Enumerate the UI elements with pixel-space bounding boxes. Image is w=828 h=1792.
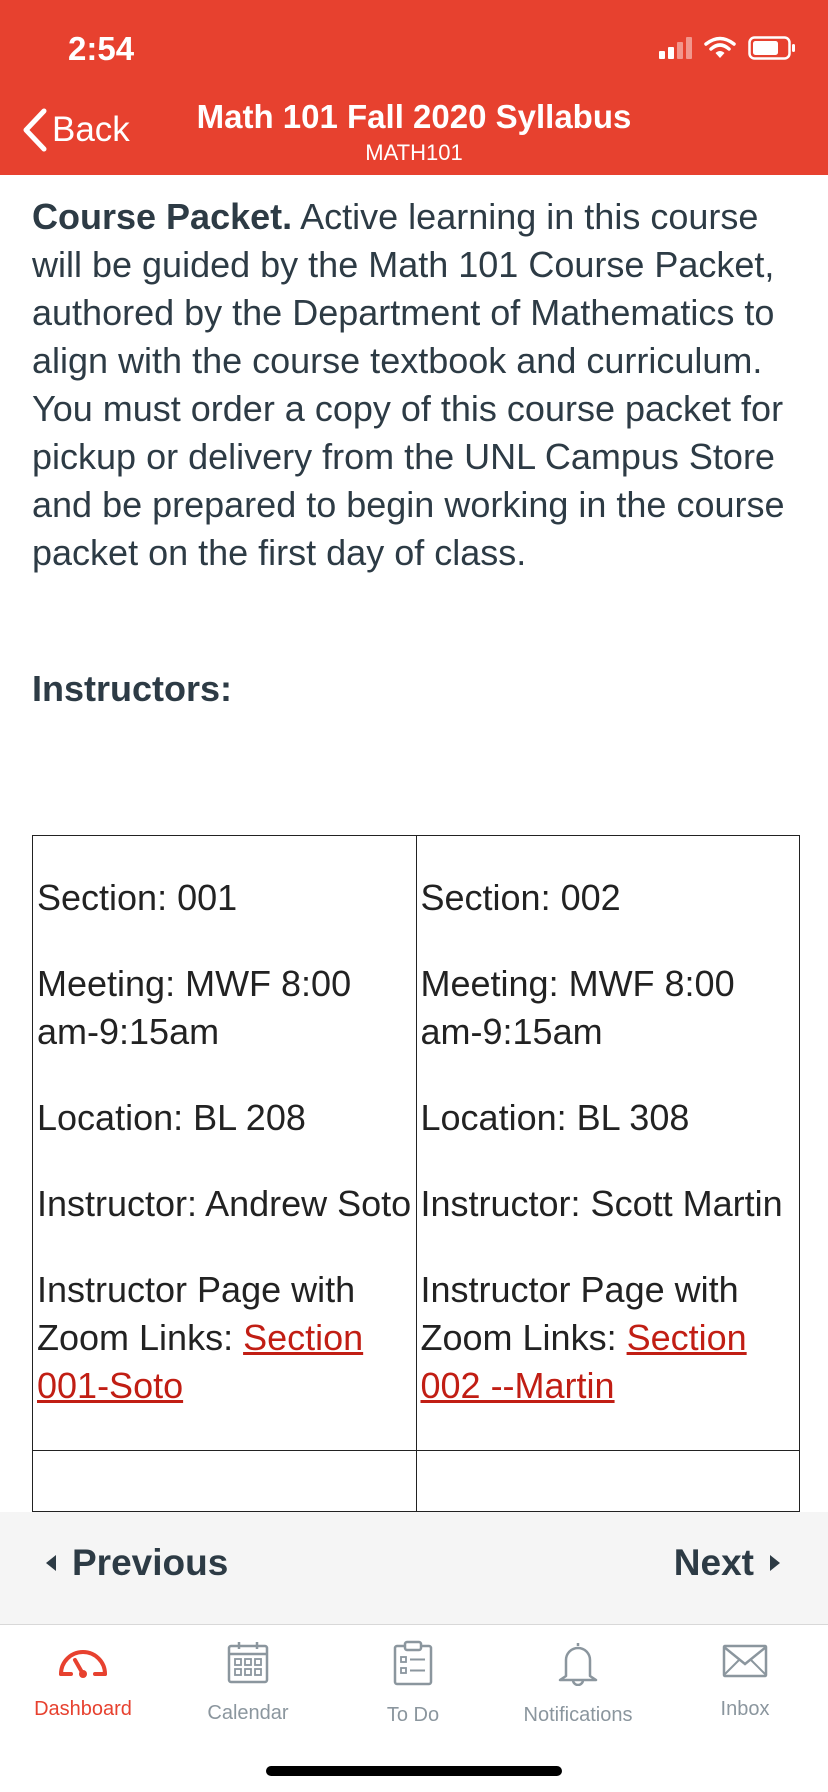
instructors-heading: Instructors:	[32, 668, 233, 709]
table-row: Section: 001 Meeting: MWF 8:00 am-9:15am…	[32, 835, 800, 1451]
course-packet-paragraph: Course Packet. Active learning in this c…	[32, 193, 802, 577]
previous-button[interactable]: Previous	[46, 1542, 228, 1584]
location: Location: BL 308	[420, 1097, 690, 1138]
next-label: Next	[673, 1542, 754, 1583]
wifi-icon	[704, 36, 736, 58]
next-button[interactable]: Next	[674, 1542, 780, 1584]
section-cell: Section: 001 Meeting: MWF 8:00 am-9:15am…	[32, 835, 417, 1451]
todo-icon	[393, 1640, 433, 1686]
tab-notifications[interactable]: Notifications	[495, 1640, 661, 1727]
home-indicator	[266, 1766, 562, 1776]
tab-inbox[interactable]: Inbox	[662, 1640, 828, 1721]
tab-label: Calendar	[207, 1702, 289, 1724]
section-number: Section: 002	[420, 877, 621, 918]
course-packet-heading: Course Packet.	[32, 196, 293, 237]
empty-cell	[415, 1450, 800, 1512]
app-header: 2:54 Back Math 101 Fall 2020 Syllabus MA…	[0, 0, 828, 175]
tab-dashboard[interactable]: Dashboard	[0, 1640, 166, 1721]
previous-label: Previous	[72, 1542, 229, 1583]
calendar-icon	[227, 1642, 269, 1684]
tab-label: Dashboard	[34, 1698, 132, 1720]
chevron-left-icon	[23, 108, 47, 152]
page-navigation: Previous Next	[0, 1512, 828, 1625]
status-icons	[659, 36, 796, 60]
empty-cell	[32, 1450, 417, 1512]
signal-icon	[659, 37, 692, 59]
section-number: Section: 001	[37, 877, 238, 918]
triangle-left-icon	[46, 1555, 56, 1571]
page-subtitle: MATH101	[365, 140, 463, 165]
bell-icon	[558, 1643, 598, 1686]
status-time: 2:54	[68, 30, 135, 67]
dashboard-icon	[59, 1650, 107, 1678]
page-title: Math 101 Fall 2020 Syllabus	[196, 98, 632, 135]
tab-label: Inbox	[720, 1698, 770, 1720]
inbox-icon	[722, 1644, 768, 1678]
meeting-time: Meeting: MWF 8:00 am-9:15am	[37, 963, 352, 1052]
instructor-name: Instructor: Andrew Soto	[37, 1183, 412, 1224]
tab-label: Notifications	[523, 1704, 633, 1726]
section-cell: Section: 002 Meeting: MWF 8:00 am-9:15am…	[415, 835, 800, 1451]
instructors-table: Section: 001 Meeting: MWF 8:00 am-9:15am…	[32, 835, 800, 1512]
tab-calendar[interactable]: Calendar	[165, 1640, 331, 1725]
course-packet-text: Active learning in this course will be g…	[32, 196, 785, 573]
zoom-links-text: Instructor Page with Zoom Links: Section…	[421, 1266, 798, 1410]
syllabus-content[interactable]: Course Packet. Active learning in this c…	[0, 175, 828, 1512]
tab-label: To Do	[386, 1704, 440, 1726]
location: Location: BL 208	[37, 1097, 306, 1138]
table-row	[32, 1450, 800, 1512]
zoom-links-text: Instructor Page with Zoom Links: Section…	[37, 1266, 414, 1410]
back-button[interactable]: Back	[22, 108, 130, 152]
tab-todo[interactable]: To Do	[330, 1640, 496, 1727]
triangle-right-icon	[770, 1555, 780, 1571]
battery-icon	[748, 36, 795, 60]
instructor-name: Instructor: Scott Martin	[420, 1183, 783, 1224]
meeting-time: Meeting: MWF 8:00 am-9:15am	[420, 963, 735, 1052]
back-label: Back	[52, 110, 130, 149]
